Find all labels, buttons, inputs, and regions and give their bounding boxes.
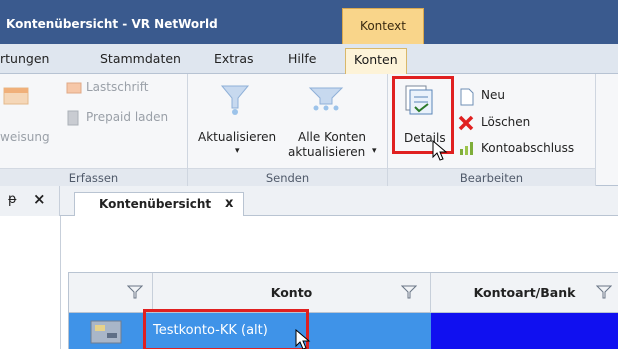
aktualisieren-button[interactable]: Aktualisieren [198,130,276,144]
tab-close-icon[interactable]: x [225,196,233,211]
document-tab-strip: Kontenübersicht x [60,186,618,217]
filter-icon[interactable] [401,285,417,299]
kontoart-cell[interactable] [431,313,618,349]
mouse-cursor-icon [295,329,311,349]
menu-item-hilfe[interactable]: Hilfe [288,51,316,66]
column-header-konto[interactable]: Konto [153,273,431,313]
filter-icon[interactable] [127,285,143,299]
menu-item-stammdaten[interactable]: Stammdaten [100,51,181,66]
ribbon: Lastschrift Prepaid laden weisung Erfass… [0,74,618,186]
ribbon-group-senden: Aktualisieren ▾ Alle Konten aktualisiere… [188,74,388,186]
account-icon [90,320,122,344]
accounts-grid: Konto Kontoart/Bank Testkonto-KK (alt) [68,272,618,349]
mouse-cursor-icon [432,140,448,161]
aktualisieren-dropdown-arrow[interactable]: ▾ [235,146,240,156]
menu-bar: rtungen Stammdaten Extras Hilfe Konten [0,44,618,75]
lastschrift-button[interactable]: Lastschrift [86,80,148,94]
side-pane-header: ᵽ × [0,186,60,216]
group-label-erfassen: Erfassen [0,168,187,186]
alle-konten-button-line2[interactable]: aktualisieren [288,145,365,159]
prepaid-laden-button[interactable]: Prepaid laden [86,110,168,124]
kontoabschluss-icon [460,142,473,155]
konto-highlight [143,309,309,349]
menu-item-konten[interactable]: Konten [345,48,407,75]
alle-konten-icon [308,87,344,111]
ueberweisung-button[interactable]: weisung [0,130,50,144]
title-bar: Kontenübersicht - VR NetWorld Kontext [0,0,618,44]
transfer-icon [3,87,29,105]
lastschrift-icon [66,82,82,94]
prepaid-icon [67,110,79,126]
column-header-konto-label: Konto [270,285,313,300]
context-tab[interactable]: Kontext [342,8,424,44]
column-header-icon[interactable] [69,273,153,313]
menu-item-buchungen[interactable]: rtungen [0,51,49,66]
ribbon-group-erfassen: Lastschrift Prepaid laden weisung Erfass… [0,74,188,186]
alle-konten-dropdown-arrow[interactable]: ▾ [372,146,377,156]
neu-button[interactable]: Neu [481,88,505,102]
pin-icon[interactable]: ᵽ [8,192,17,207]
column-header-kontoart[interactable]: Kontoart/Bank [431,273,618,313]
new-document-icon [460,88,474,106]
aktualisieren-icon [220,85,250,115]
delete-icon [458,115,474,131]
alle-konten-button[interactable]: Alle Konten [298,130,366,144]
context-tab-label: Kontext [360,19,406,33]
tab-kontenuebersicht[interactable]: Kontenübersicht x [74,192,244,217]
group-label-senden: Senden [188,168,387,186]
column-header-kontoart-label: Kontoart/Bank [473,285,576,300]
menu-item-extras[interactable]: Extras [214,51,254,66]
group-label-bearbeiten: Bearbeiten [388,168,595,186]
window-title: Kontenübersicht - VR NetWorld [6,17,218,31]
loeschen-button[interactable]: Löschen [481,115,530,129]
kontoabschluss-button[interactable]: Kontoabschluss [481,141,574,155]
filter-icon[interactable] [596,285,612,299]
tab-label: Kontenübersicht [99,197,212,211]
pane-close-icon[interactable]: × [33,190,46,208]
